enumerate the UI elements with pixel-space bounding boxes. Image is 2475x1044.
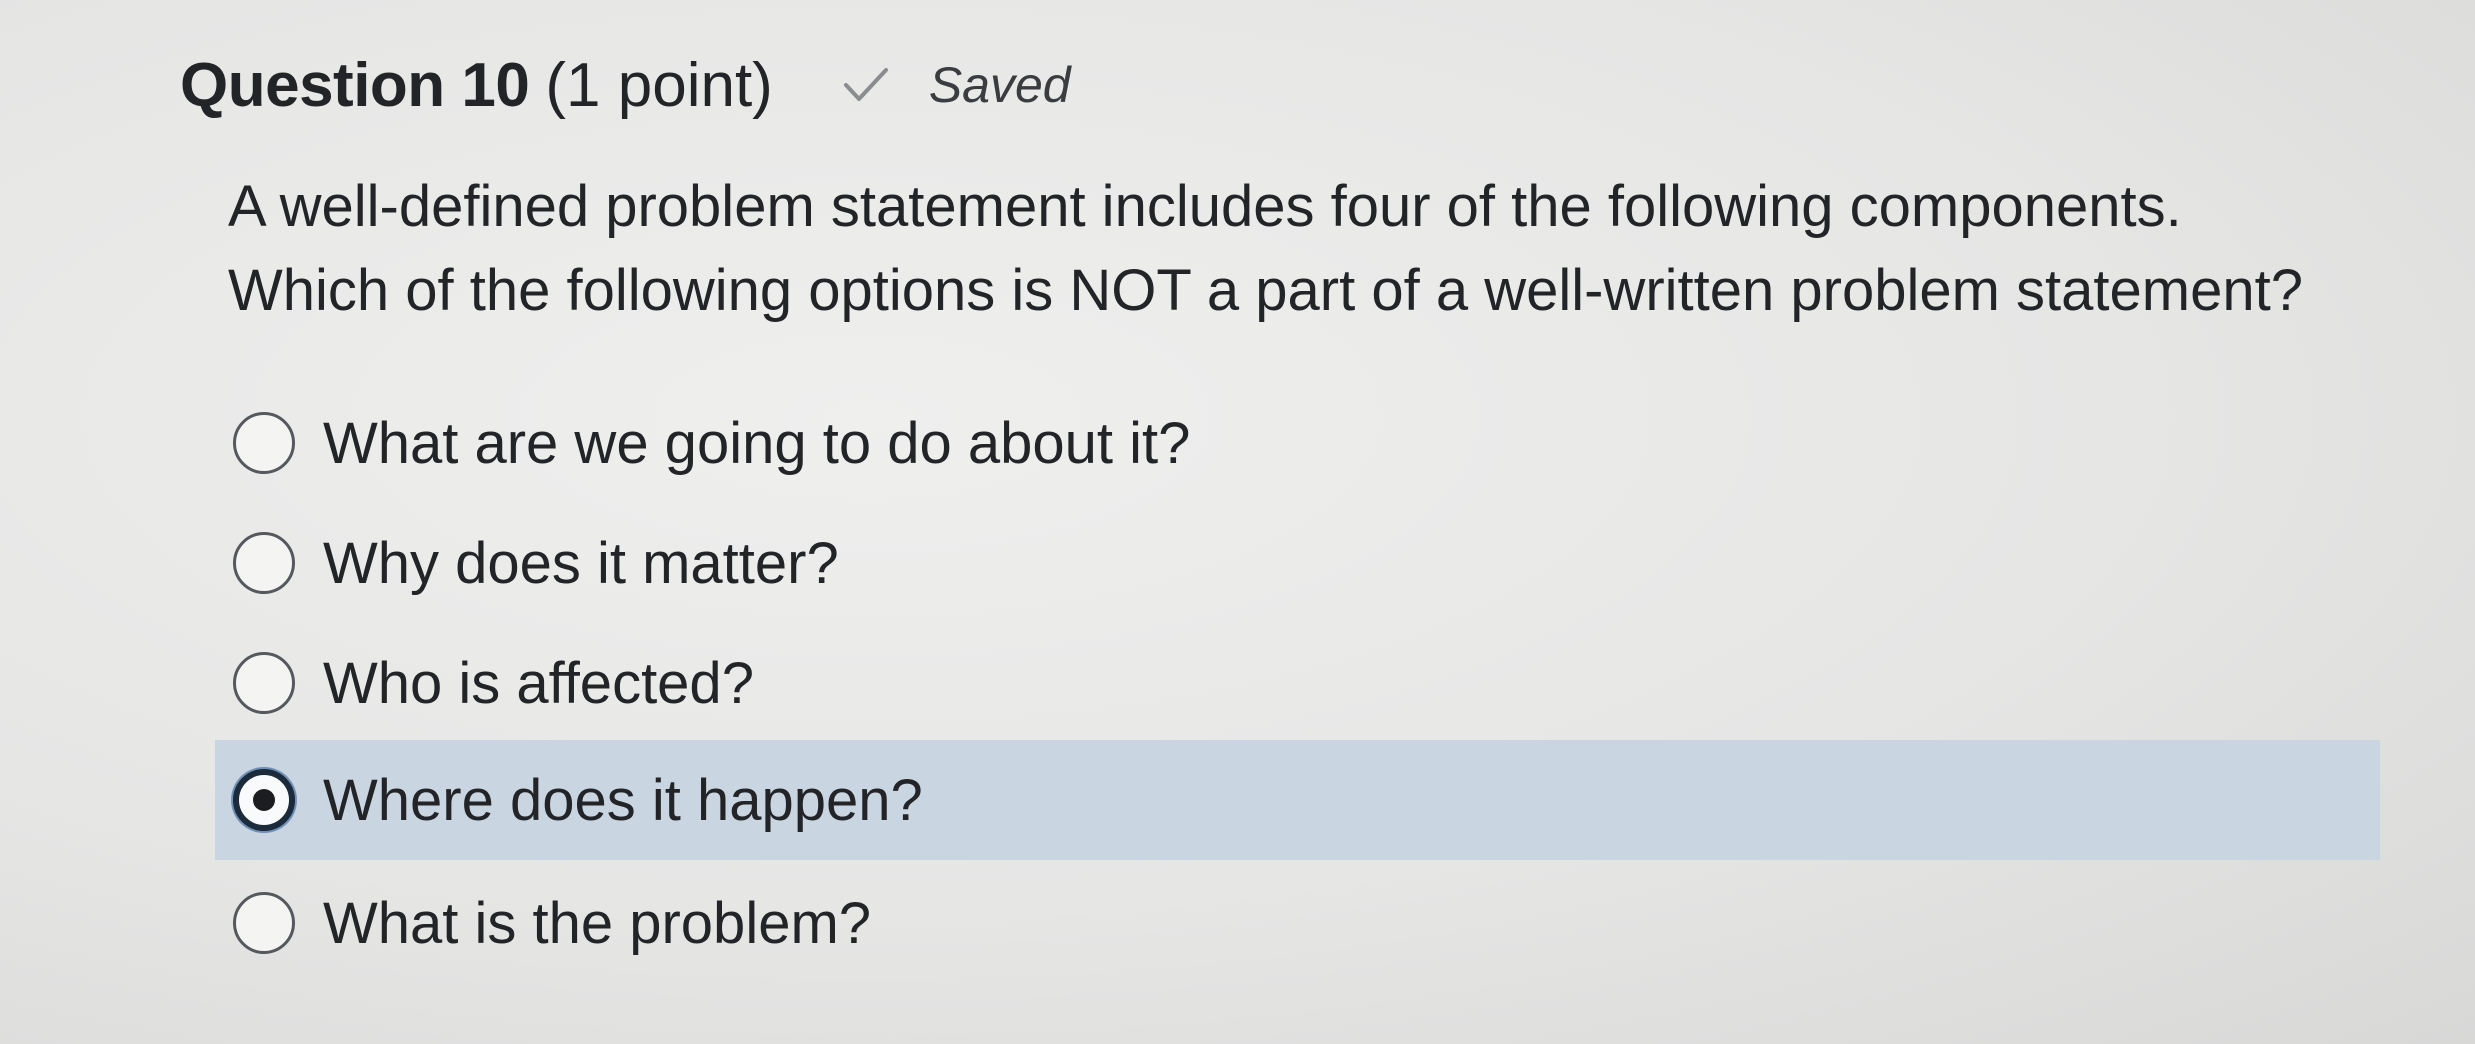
question-header: Question 10 (1 point) Saved: [180, 40, 1071, 130]
answer-option[interactable]: Who is affected?: [215, 623, 2380, 743]
question-points: (1 point): [545, 50, 773, 120]
answer-option-label[interactable]: What is the problem?: [323, 890, 871, 957]
answer-option-label[interactable]: Who is affected?: [323, 650, 754, 717]
answer-option-selected[interactable]: Where does it happen?: [215, 740, 2380, 860]
radio-button-selected[interactable]: [233, 769, 295, 831]
question-prompt: A well-defined problem statement include…: [228, 165, 2378, 333]
answer-option-label[interactable]: What are we going to do about it?: [323, 410, 1190, 477]
radio-button[interactable]: [233, 892, 295, 954]
radio-dot: [253, 789, 275, 811]
radio-button[interactable]: [233, 532, 295, 594]
save-status: Saved: [843, 56, 1071, 114]
answer-option-label[interactable]: Why does it matter?: [323, 530, 839, 597]
save-status-label: Saved: [928, 57, 1071, 113]
answer-option[interactable]: What are we going to do about it?: [215, 383, 2380, 503]
radio-button[interactable]: [233, 412, 295, 474]
question-title: Question 10: [180, 50, 530, 120]
radio-button[interactable]: [233, 652, 295, 714]
question-prompt-line: Which of the following options is NOT a …: [228, 258, 2303, 323]
question-prompt-line: A well-defined problem statement include…: [228, 174, 2182, 239]
answer-option[interactable]: What is the problem?: [215, 863, 2380, 983]
answer-option-label[interactable]: Where does it happen?: [323, 767, 923, 834]
answer-option[interactable]: Why does it matter?: [215, 503, 2380, 623]
checkmark-icon: [843, 68, 888, 101]
